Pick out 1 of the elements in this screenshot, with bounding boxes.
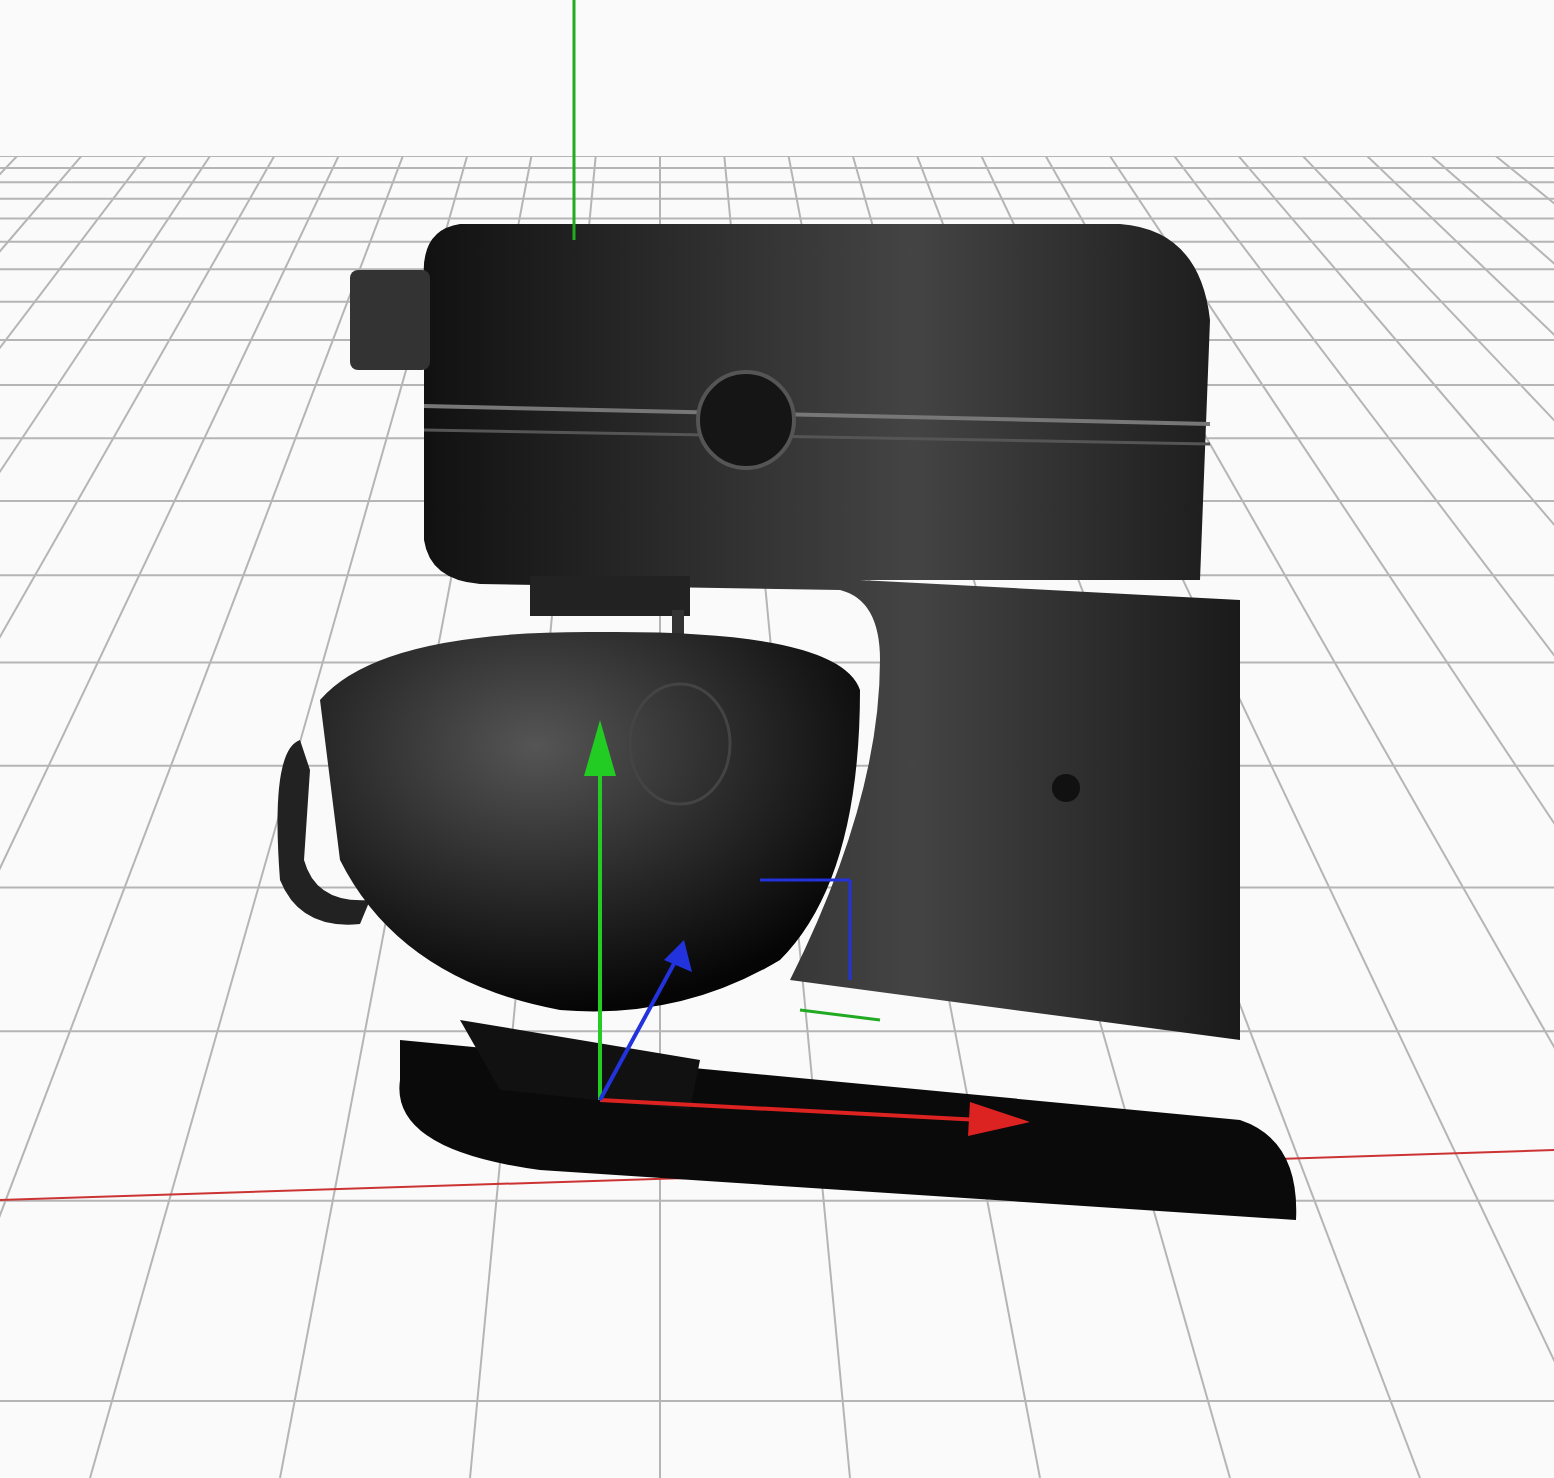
axis-gizmo[interactable] [572, 0, 1030, 1136]
